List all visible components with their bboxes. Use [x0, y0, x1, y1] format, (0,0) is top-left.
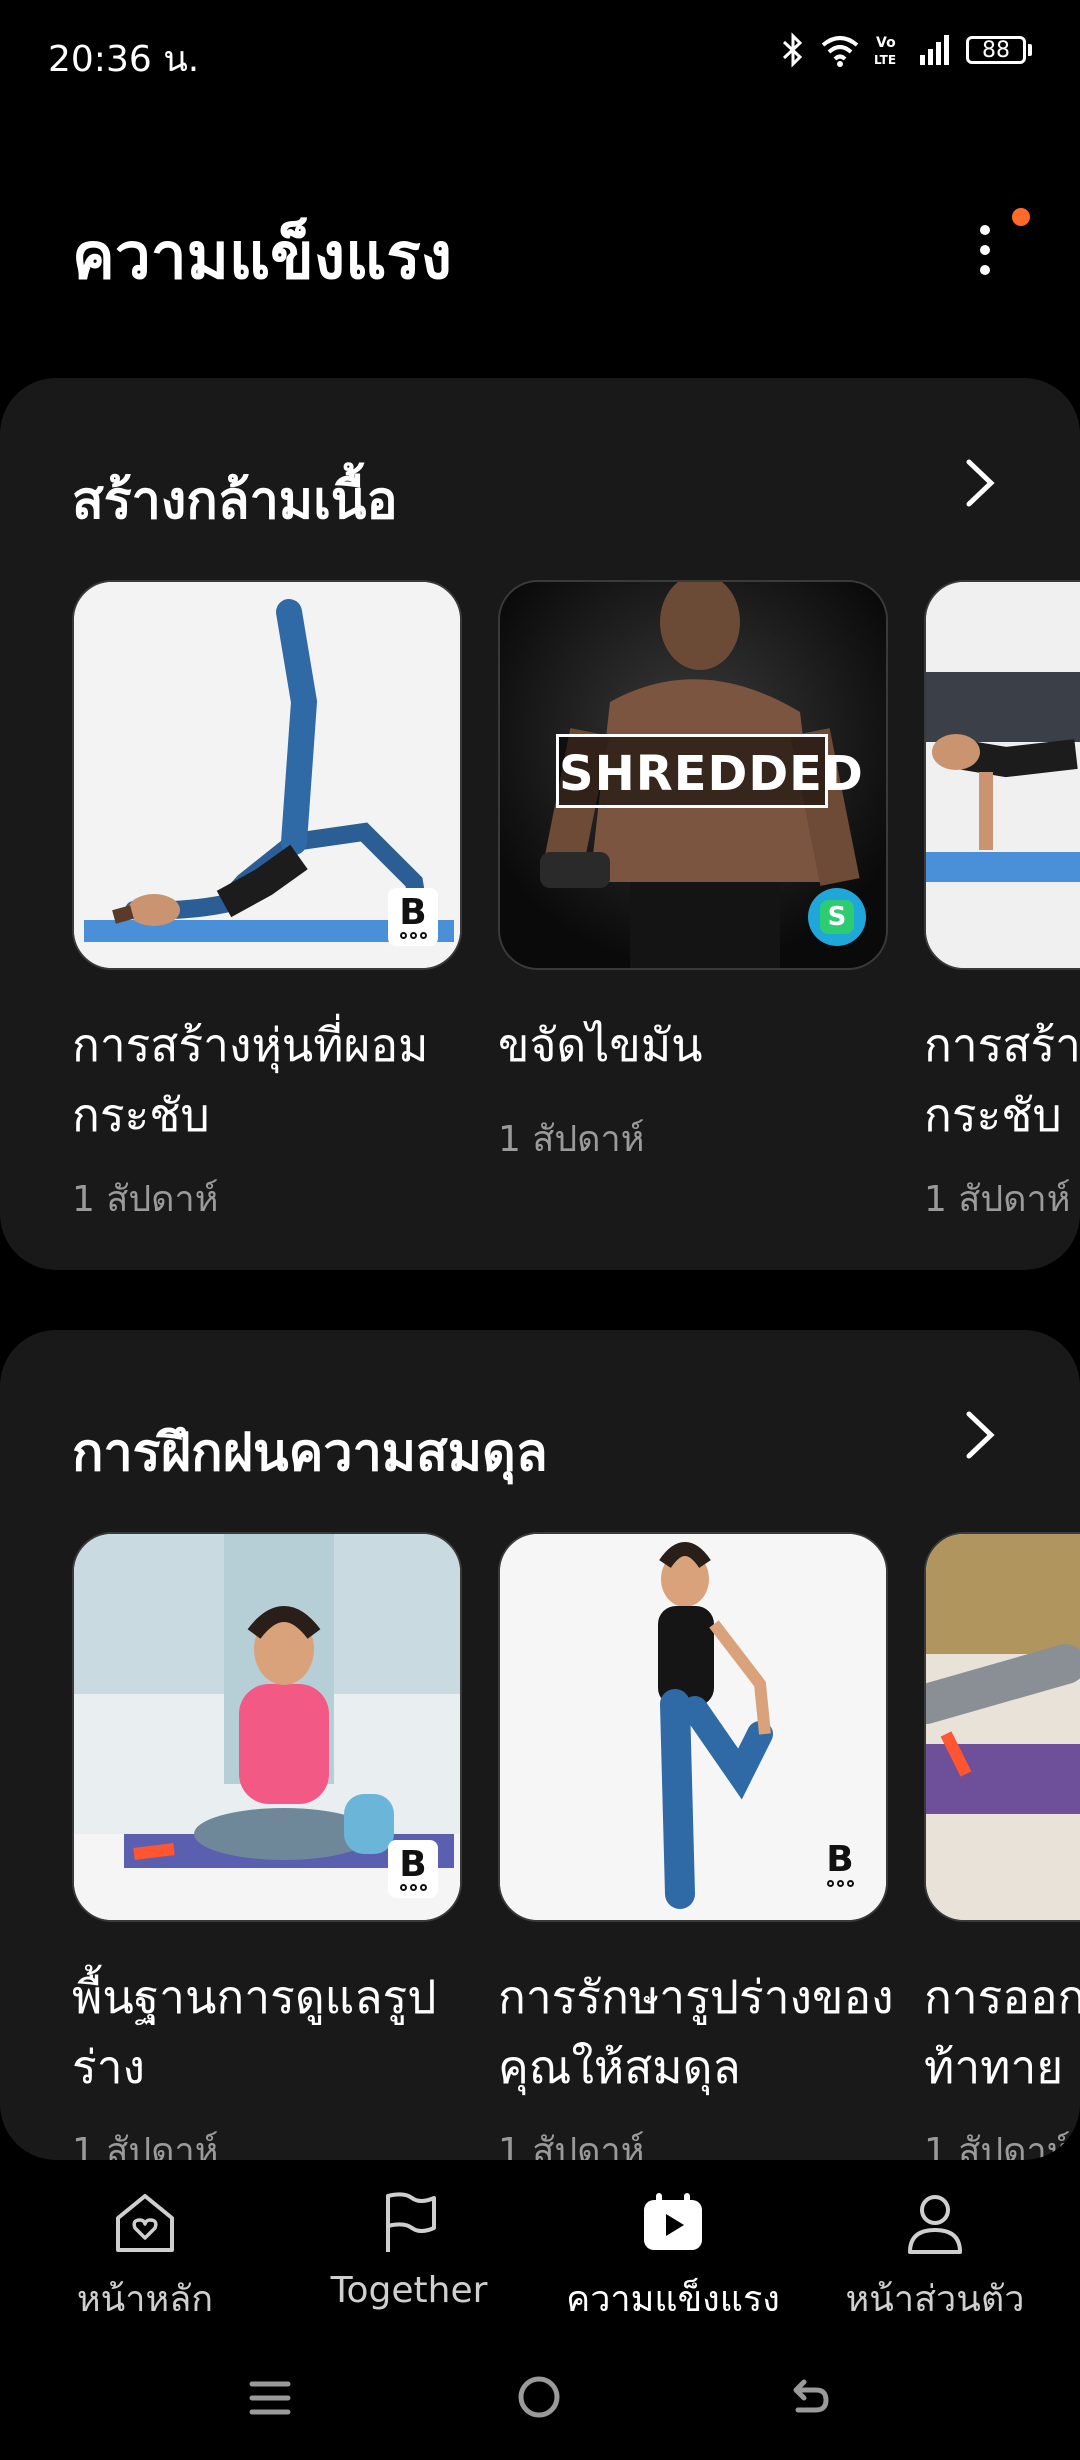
program-title: การสร้างหุ่นที่ผอมกระชับ — [72, 1018, 429, 1142]
program-duration: 1 สัปดาห์ — [72, 2131, 219, 2160]
home-heart-icon — [116, 2194, 174, 2252]
nav-label: หน้าส่วนตัว — [845, 2279, 1025, 2320]
section-balance-training: การฝึกฝนความสมดุล B พื้นฐานการดูแลรูปร่า… — [0, 1330, 1080, 2160]
provider-badge: B — [388, 1840, 438, 1898]
program-thumbnail — [924, 580, 1080, 970]
more-vertical-icon — [980, 225, 990, 275]
battery-icon: 88 — [966, 36, 1026, 64]
program-duration: 1 สัปดาห์ — [924, 1179, 1071, 1220]
workout-illustration — [926, 1534, 1080, 1920]
shredded-app-badge: S — [808, 888, 866, 946]
back-button[interactable] — [786, 2374, 832, 2420]
badge-letter: B — [399, 891, 427, 933]
program-duration: 1 สัปดาห์ — [498, 2131, 645, 2160]
section-title: สร้างกล้ามเนื้อ — [72, 471, 398, 531]
program-title: ขจัดไขมัน — [498, 1018, 703, 1072]
section-more-button[interactable] — [955, 448, 1005, 518]
program-title: การออกกำลังกายท้าทาย — [924, 1970, 1080, 2094]
provider-badge: B — [388, 888, 438, 946]
chevron-right-icon — [966, 459, 995, 507]
bluetooth-icon — [782, 32, 803, 68]
nav-label: หน้าหลัก — [76, 2279, 214, 2320]
nav-fitness[interactable]: ความแข็งแรง — [538, 2190, 808, 2327]
recent-apps-button[interactable] — [248, 2376, 292, 2420]
section-title: การฝึกฝนความสมดุล — [72, 1423, 548, 1483]
badge-letter: S — [820, 900, 854, 934]
battery-tip — [1028, 44, 1032, 56]
nav-label: ความแข็งแรง — [566, 2279, 780, 2320]
page-title: ความแข็งแรง — [72, 220, 452, 294]
program-title: การสร้างหุ่นที่ผอมกระชับ — [924, 1018, 1080, 1142]
status-bar: 20:36 น. Vo LTE 88 — [0, 0, 1080, 110]
status-time: 20:36 น. — [48, 39, 200, 80]
more-options-button[interactable] — [960, 215, 1010, 285]
program-thumbnail: B — [72, 1532, 462, 1922]
status-icons: Vo LTE 88 — [780, 32, 1032, 68]
section-more-button[interactable] — [955, 1400, 1005, 1470]
signal-icon — [920, 35, 949, 65]
workout-illustration — [926, 582, 1080, 968]
chevron-right-icon — [966, 1411, 995, 1459]
program-title: พื้นฐานการดูแลรูปร่าง — [72, 1970, 437, 2094]
badge-letter: B — [399, 1843, 427, 1885]
svg-text:LTE: LTE — [874, 53, 896, 67]
program-thumbnail: SHREDDED S — [498, 580, 888, 970]
person-icon — [908, 2195, 962, 2254]
wifi-icon — [821, 36, 859, 67]
program-duration: 1 สัปดาห์ — [924, 2131, 1071, 2160]
program-thumbnail: B — [498, 1532, 888, 1922]
program-thumbnail — [924, 1532, 1080, 1922]
play-calendar-icon — [644, 2193, 702, 2250]
home-button[interactable] — [516, 2374, 562, 2420]
volte-icon: Vo LTE — [874, 35, 896, 67]
section-build-muscle: สร้างกล้ามเนื้อ B การสร้างหุ่นที่ผอมกระช… — [0, 378, 1080, 1270]
nav-home[interactable]: หน้าหลัก — [10, 2190, 280, 2327]
nav-together[interactable]: Together — [274, 2190, 544, 2311]
nav-profile[interactable]: หน้าส่วนตัว — [800, 2190, 1070, 2327]
nav-label: Together — [330, 2270, 488, 2311]
notification-dot — [1012, 208, 1030, 226]
program-duration: 1 สัปดาห์ — [498, 1119, 645, 1160]
badge-letter: B — [826, 1839, 854, 1880]
bottom-navigation: หน้าหลัก Together ความแข็งแรง หน้าส่วนตั… — [0, 2160, 1080, 2340]
shredded-label: SHREDDED — [556, 734, 863, 808]
program-thumbnail: B — [72, 580, 462, 970]
flag-icon — [386, 2192, 436, 2252]
provider-badge: B — [818, 1842, 862, 1896]
program-duration: 1 สัปดาห์ — [72, 1179, 219, 1220]
system-navigation-bar — [0, 2340, 1080, 2460]
program-title: การรักษารูปร่างของคุณให้สมดุล — [498, 1970, 894, 2094]
svg-text:Vo: Vo — [876, 35, 896, 51]
